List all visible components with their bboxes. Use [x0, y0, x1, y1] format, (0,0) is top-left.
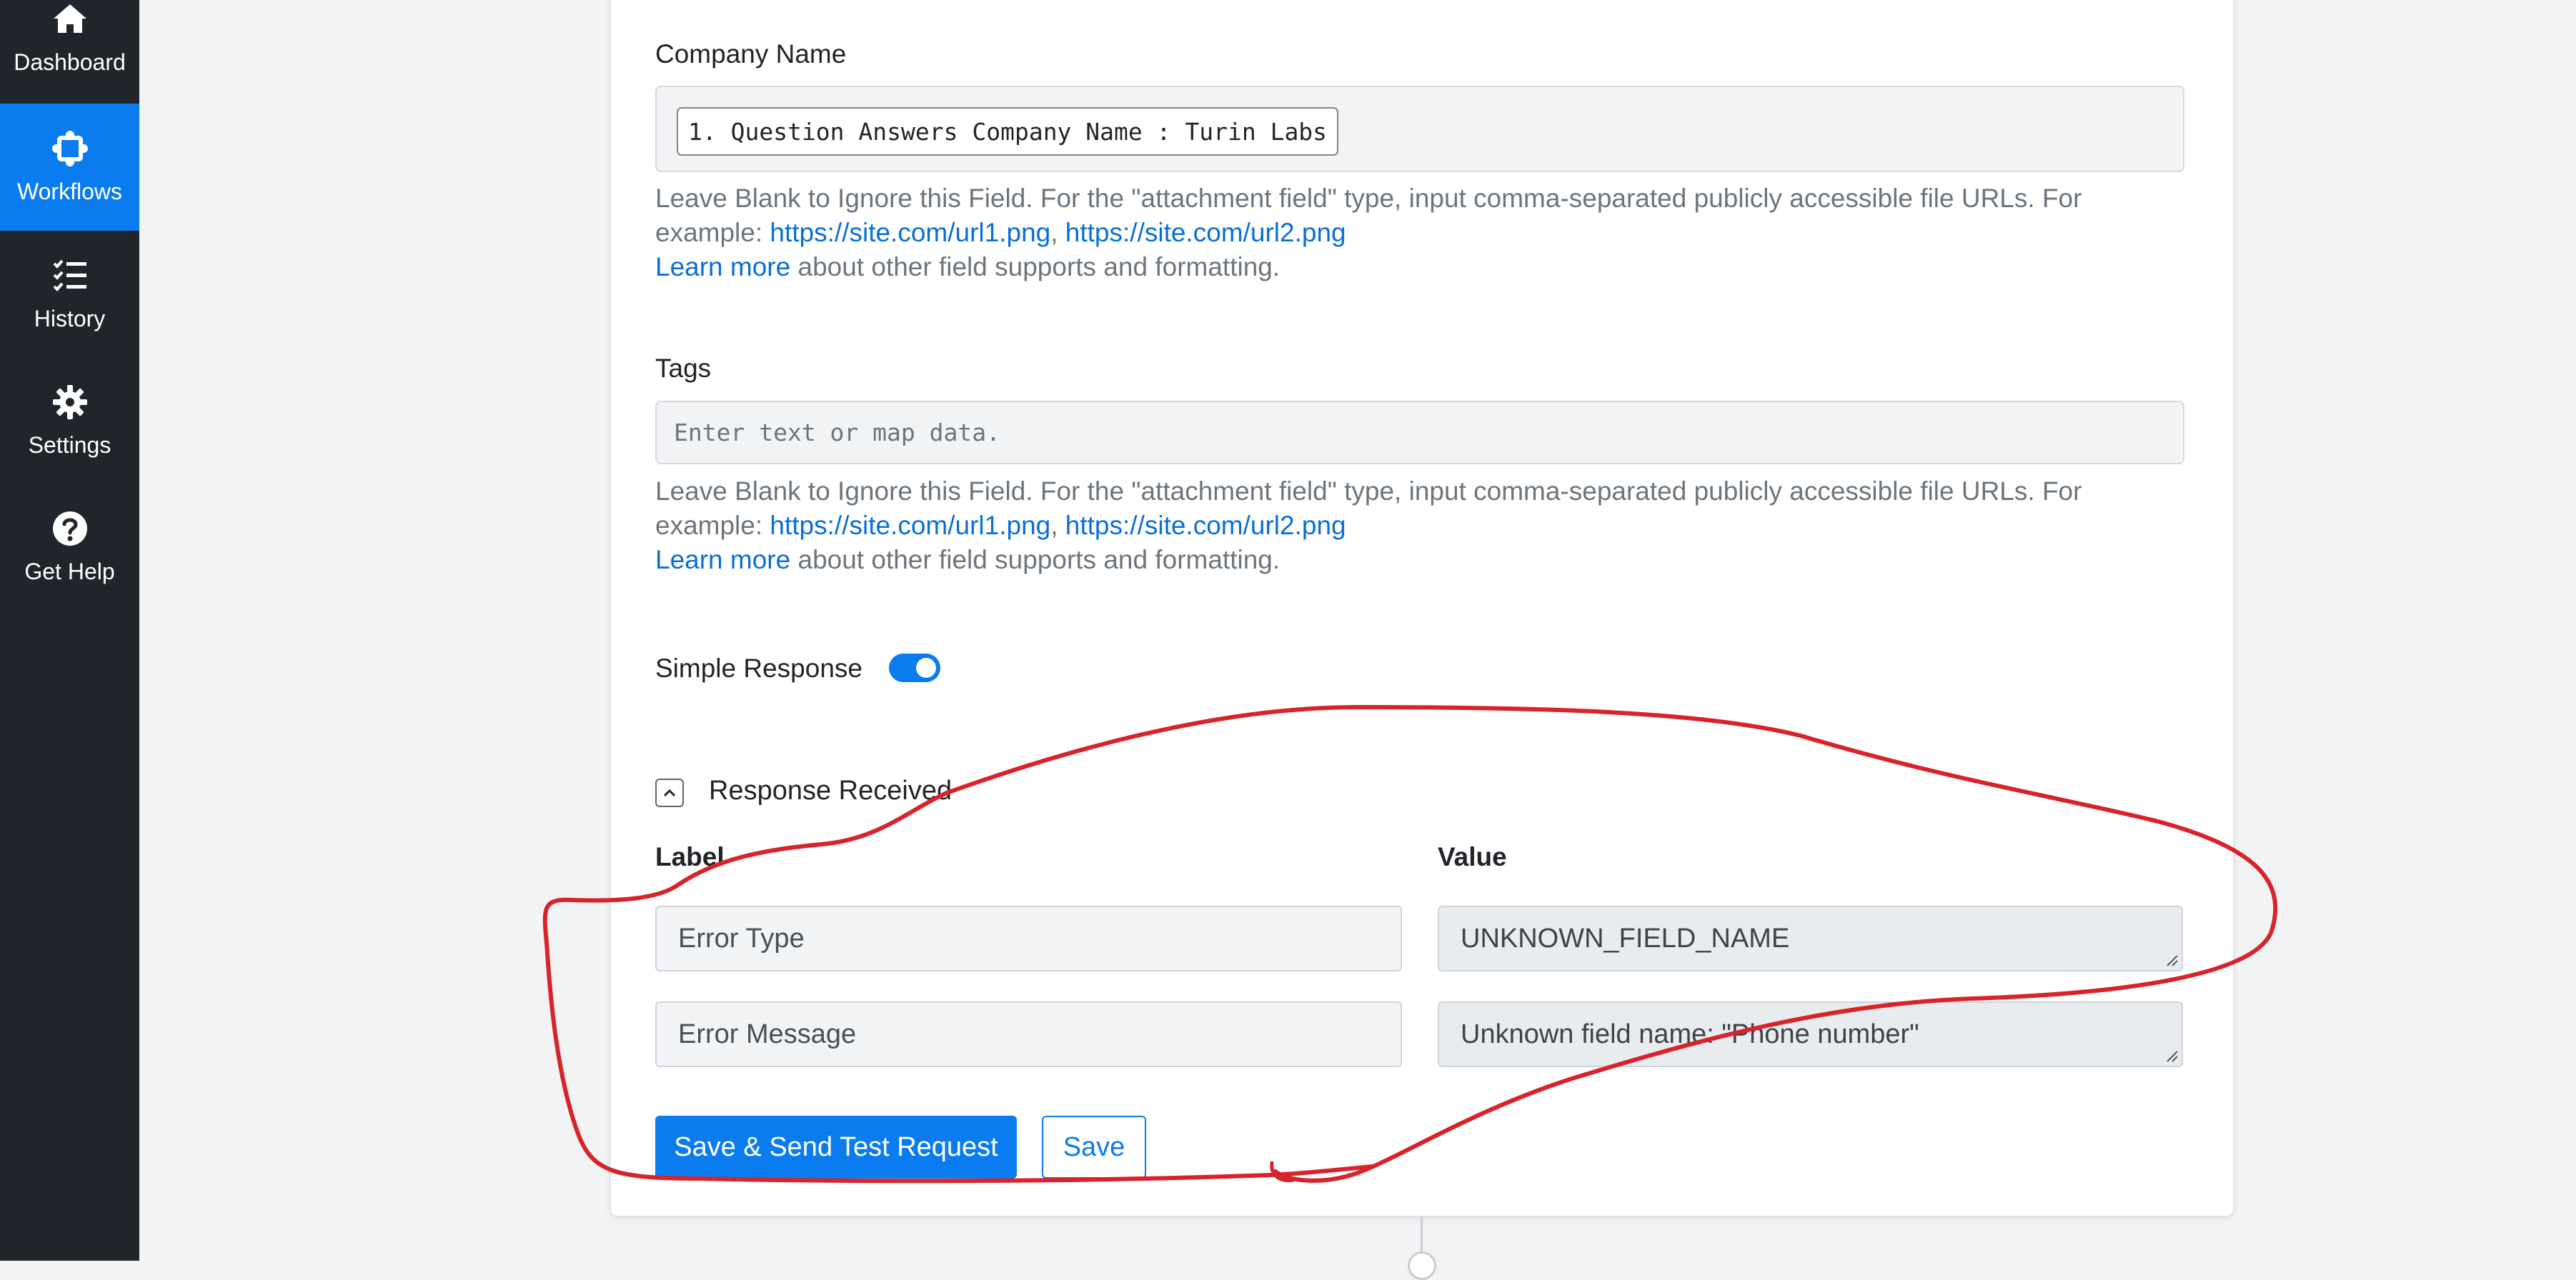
response-label-field[interactable]: Error Message	[655, 1001, 1402, 1067]
help-line: Leave Blank to Ignore this Field. For th…	[655, 476, 2082, 506]
help-learn-more-suffix: about other field supports and formattin…	[790, 252, 1280, 281]
sidebar-item-label: Get Help	[24, 559, 115, 584]
help-separator: ,	[1050, 511, 1065, 540]
example-url-link-2[interactable]: https://site.com/url2.png	[1065, 511, 1346, 540]
sidebar-item-dashboard[interactable]: Dashboard	[0, 0, 139, 101]
value-column-header: Value	[1438, 842, 1507, 871]
response-received-title: Response Received	[709, 776, 953, 806]
question-circle-icon	[52, 511, 87, 546]
response-label-text: Error Type	[678, 923, 805, 954]
tags-placeholder: Enter text or map data.	[674, 419, 1000, 446]
tags-label: Tags	[655, 354, 712, 383]
learn-more-link[interactable]: Learn more	[655, 545, 790, 574]
tags-help-text: Leave Blank to Ignore this Field. For th…	[655, 474, 2184, 577]
response-label-field[interactable]: Error Type	[655, 906, 1402, 971]
company-name-field[interactable]: 1. Question Answers Company Name : Turin…	[655, 86, 2184, 172]
help-example-prefix: example:	[655, 511, 770, 540]
help-example-prefix: example:	[655, 218, 770, 247]
help-example-line: example: https://site.com/url1.png, http…	[655, 509, 2184, 543]
simple-response-label: Simple Response	[655, 654, 862, 683]
workflow-connector-node	[1408, 1251, 1436, 1280]
chevron-up-icon	[663, 789, 676, 797]
sidebar-item-label: Workflows	[17, 179, 122, 204]
save-button[interactable]: Save	[1042, 1116, 1146, 1179]
learn-more-link[interactable]: Learn more	[655, 252, 790, 281]
resize-grip-icon[interactable]	[2163, 951, 2179, 967]
sidebar-item-label: Settings	[28, 432, 111, 458]
help-learn-more-suffix: about other field supports and formattin…	[790, 545, 1280, 574]
example-url-link-2[interactable]: https://site.com/url2.png	[1065, 218, 1346, 247]
home-icon	[53, 4, 86, 33]
response-value-text: Unknown field name: "Phone number"	[1461, 1019, 1919, 1049]
save-and-send-test-request-button[interactable]: Save & Send Test Request	[655, 1116, 1017, 1179]
sidebar-item-workflows[interactable]: Workflows	[0, 104, 139, 231]
response-value-field[interactable]: UNKNOWN_FIELD_NAME	[1438, 906, 2183, 971]
help-learn-more-line: Learn more about other field supports an…	[655, 543, 2184, 577]
workflows-icon	[51, 131, 88, 166]
company-name-help-text: Leave Blank to Ignore this Field. For th…	[655, 181, 2184, 284]
response-value-text: UNKNOWN_FIELD_NAME	[1461, 923, 1790, 954]
toggle-knob	[916, 658, 936, 678]
gear-icon	[52, 385, 87, 419]
sidebar-item-label: History	[34, 306, 106, 331]
sidebar-item-get-help[interactable]: Get Help	[0, 484, 139, 611]
label-column-header: Label	[655, 842, 725, 871]
help-learn-more-line: Learn more about other field supports an…	[655, 250, 2184, 284]
help-example-line: example: https://site.com/url1.png, http…	[655, 216, 2184, 250]
response-label-text: Error Message	[678, 1019, 857, 1049]
response-collapse-button[interactable]	[655, 779, 684, 807]
resize-grip-icon[interactable]	[2163, 1047, 2179, 1063]
simple-response-toggle[interactable]	[889, 654, 940, 682]
tags-field[interactable]: Enter text or map data.	[655, 401, 2184, 464]
help-separator: ,	[1050, 218, 1065, 247]
company-name-label: Company Name	[655, 39, 847, 69]
history-list-icon	[53, 259, 86, 291]
example-url-link-1[interactable]: https://site.com/url1.png	[770, 218, 1050, 247]
sidebar-item-label: Dashboard	[14, 49, 126, 75]
help-line: Leave Blank to Ignore this Field. For th…	[655, 184, 2082, 213]
sidebar: Dashboard Workflows History Settings Get…	[0, 0, 139, 1261]
sidebar-item-settings[interactable]: Settings	[0, 357, 139, 484]
example-url-link-1[interactable]: https://site.com/url1.png	[770, 511, 1050, 540]
sidebar-item-history[interactable]: History	[0, 231, 139, 358]
mapped-value-pill[interactable]: 1. Question Answers Company Name : Turin…	[677, 107, 1339, 156]
response-value-field[interactable]: Unknown field name: "Phone number"	[1438, 1001, 2183, 1067]
